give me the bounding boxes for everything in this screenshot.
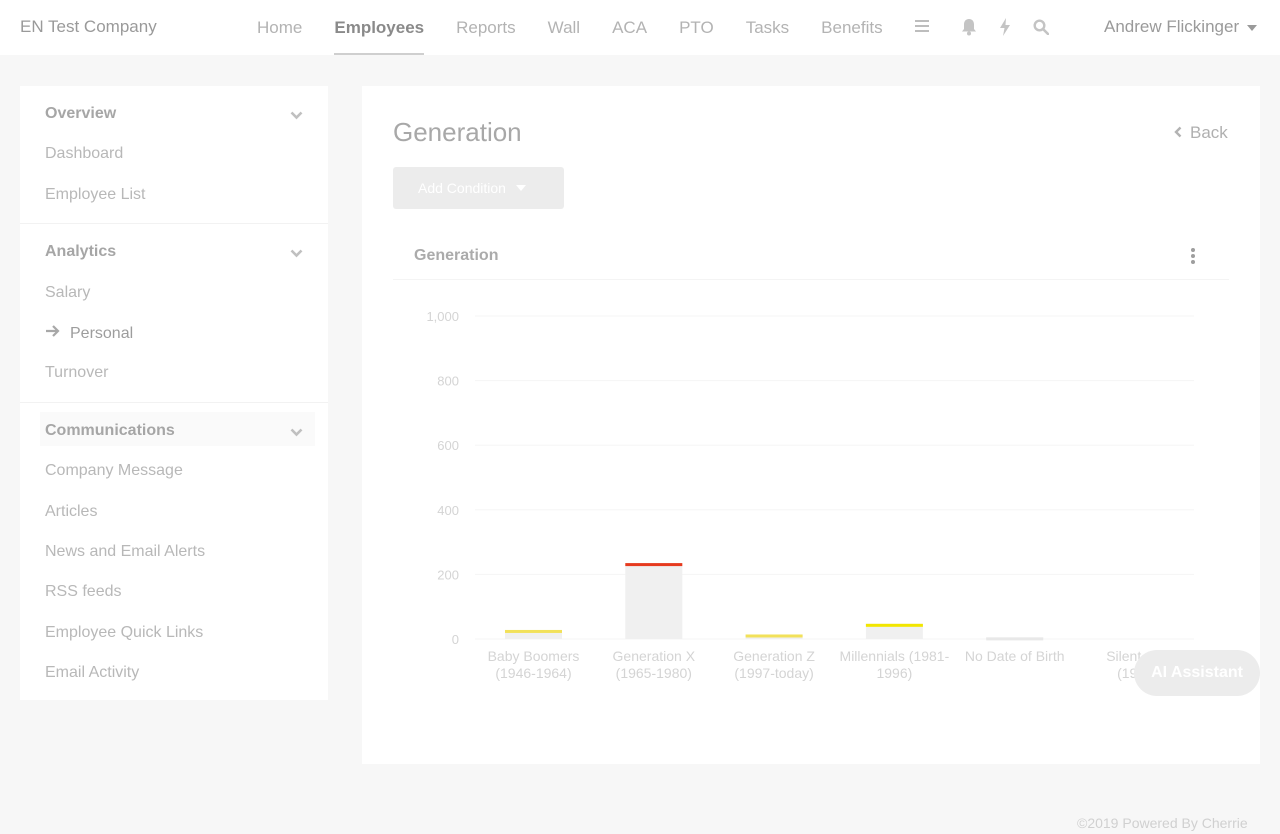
sidebar-item-company-message[interactable]: Company Message (45, 462, 183, 480)
back-label: Back (1190, 123, 1228, 142)
chevron-down-icon[interactable] (290, 107, 303, 125)
bar-top-accent (745, 634, 803, 638)
x-tick-label: Generation Z (733, 648, 815, 664)
bar (625, 563, 683, 639)
chevron-down-icon[interactable] (290, 424, 303, 442)
user-menu[interactable]: Andrew Flickinger (1104, 17, 1258, 37)
x-tick-label: (1997-today) (734, 665, 813, 681)
chart-panel-header: Generation (393, 234, 1229, 280)
caret-down-icon (515, 185, 526, 191)
search-icon[interactable] (1032, 17, 1050, 37)
sidebar-item-label: Personal (70, 324, 134, 342)
x-tick-label: (1965-1980) (616, 665, 692, 681)
y-tick-label: 0 (452, 632, 459, 647)
chevron-left-icon (1174, 123, 1182, 143)
nav-reports[interactable]: Reports (440, 0, 532, 55)
sidebar-item-salary[interactable]: Salary (45, 284, 90, 302)
generation-bar-chart: 1,000 800 600 400 200 0 Baby Boomers(1946-1964… (426, 309, 1194, 681)
page-title: Generation (393, 117, 522, 147)
nav-wall[interactable]: Wall (532, 0, 596, 55)
sidebar-divider (20, 223, 328, 224)
x-tick-label: 1996) (876, 665, 912, 681)
back-button[interactable]: Back (1174, 123, 1228, 143)
arrow-right-icon (45, 324, 60, 343)
y-tick-label: 200 (437, 567, 459, 582)
kebab-menu-icon[interactable] (1187, 246, 1199, 266)
sidebar-item-personal[interactable]: Personal (45, 324, 133, 343)
main-nav: Home Employees Reports Wall ACA PTO Task… (241, 0, 945, 55)
nav-tasks[interactable]: Tasks (730, 0, 805, 55)
y-tick-label: 400 (437, 503, 459, 518)
nav-employees[interactable]: Employees (318, 0, 440, 55)
chevron-down-icon (1247, 25, 1258, 31)
sidebar-section-overview[interactable]: Overview (45, 105, 116, 123)
user-name: Andrew Flickinger (1104, 17, 1240, 36)
bar-top-accent (505, 629, 562, 633)
sidebar: Overview Dashboard Employee List Analyti… (20, 86, 328, 700)
sidebar-item-articles[interactable]: Articles (45, 503, 97, 521)
x-tick-label: (1946-1964) (495, 665, 571, 681)
bar-top-accent (625, 563, 683, 567)
nav-pto[interactable]: PTO (663, 0, 730, 55)
y-tick-label: 600 (437, 438, 459, 453)
nav-benefits[interactable]: Benefits (805, 0, 898, 55)
nav-icon-group (960, 17, 1050, 37)
sidebar-item-email-activity[interactable]: Email Activity (45, 664, 139, 682)
ai-assistant-button[interactable]: AI Assistant (1134, 650, 1260, 696)
add-condition-button[interactable]: Add Condition (393, 167, 564, 209)
add-condition-label: Add Condition (418, 180, 506, 196)
footer-credit: ©2019 Powered By Cherrie (1077, 815, 1248, 831)
sidebar-section-communications[interactable]: Communications (45, 422, 175, 440)
y-tick-label: 800 (437, 374, 459, 389)
sidebar-item-employee-quick-links[interactable]: Employee Quick Links (45, 624, 203, 642)
sidebar-item-turnover[interactable]: Turnover (45, 364, 108, 382)
bolt-icon[interactable] (996, 17, 1014, 37)
chart-panel-title: Generation (414, 247, 499, 264)
y-tick-label: 1,000 (426, 309, 459, 324)
bar-top-accent (865, 623, 923, 627)
nav-home[interactable]: Home (241, 0, 318, 55)
top-navbar: EN Test Company Home Employees Reports W… (0, 0, 1280, 55)
bar-top-accent (986, 637, 1044, 641)
x-tick-label: No Date of Birth (965, 648, 1065, 664)
sidebar-item-rss-feeds[interactable]: RSS feeds (45, 583, 121, 601)
sidebar-section-analytics[interactable]: Analytics (45, 243, 116, 261)
bell-icon[interactable] (960, 17, 978, 37)
sidebar-item-employee-list[interactable]: Employee List (45, 186, 146, 204)
nav-aca[interactable]: ACA (596, 0, 663, 55)
x-tick-label: Generation X (613, 648, 696, 664)
sidebar-item-dashboard[interactable]: Dashboard (45, 145, 123, 163)
x-tick-label: Baby Boomers (488, 648, 580, 664)
chevron-down-icon[interactable] (290, 245, 303, 263)
company-name[interactable]: EN Test Company (20, 17, 157, 37)
menu-icon[interactable] (899, 0, 945, 55)
sidebar-item-news-email-alerts[interactable]: News and Email Alerts (45, 543, 205, 561)
x-tick-label: Millennials (1981- (840, 648, 950, 664)
sidebar-divider (20, 402, 328, 403)
